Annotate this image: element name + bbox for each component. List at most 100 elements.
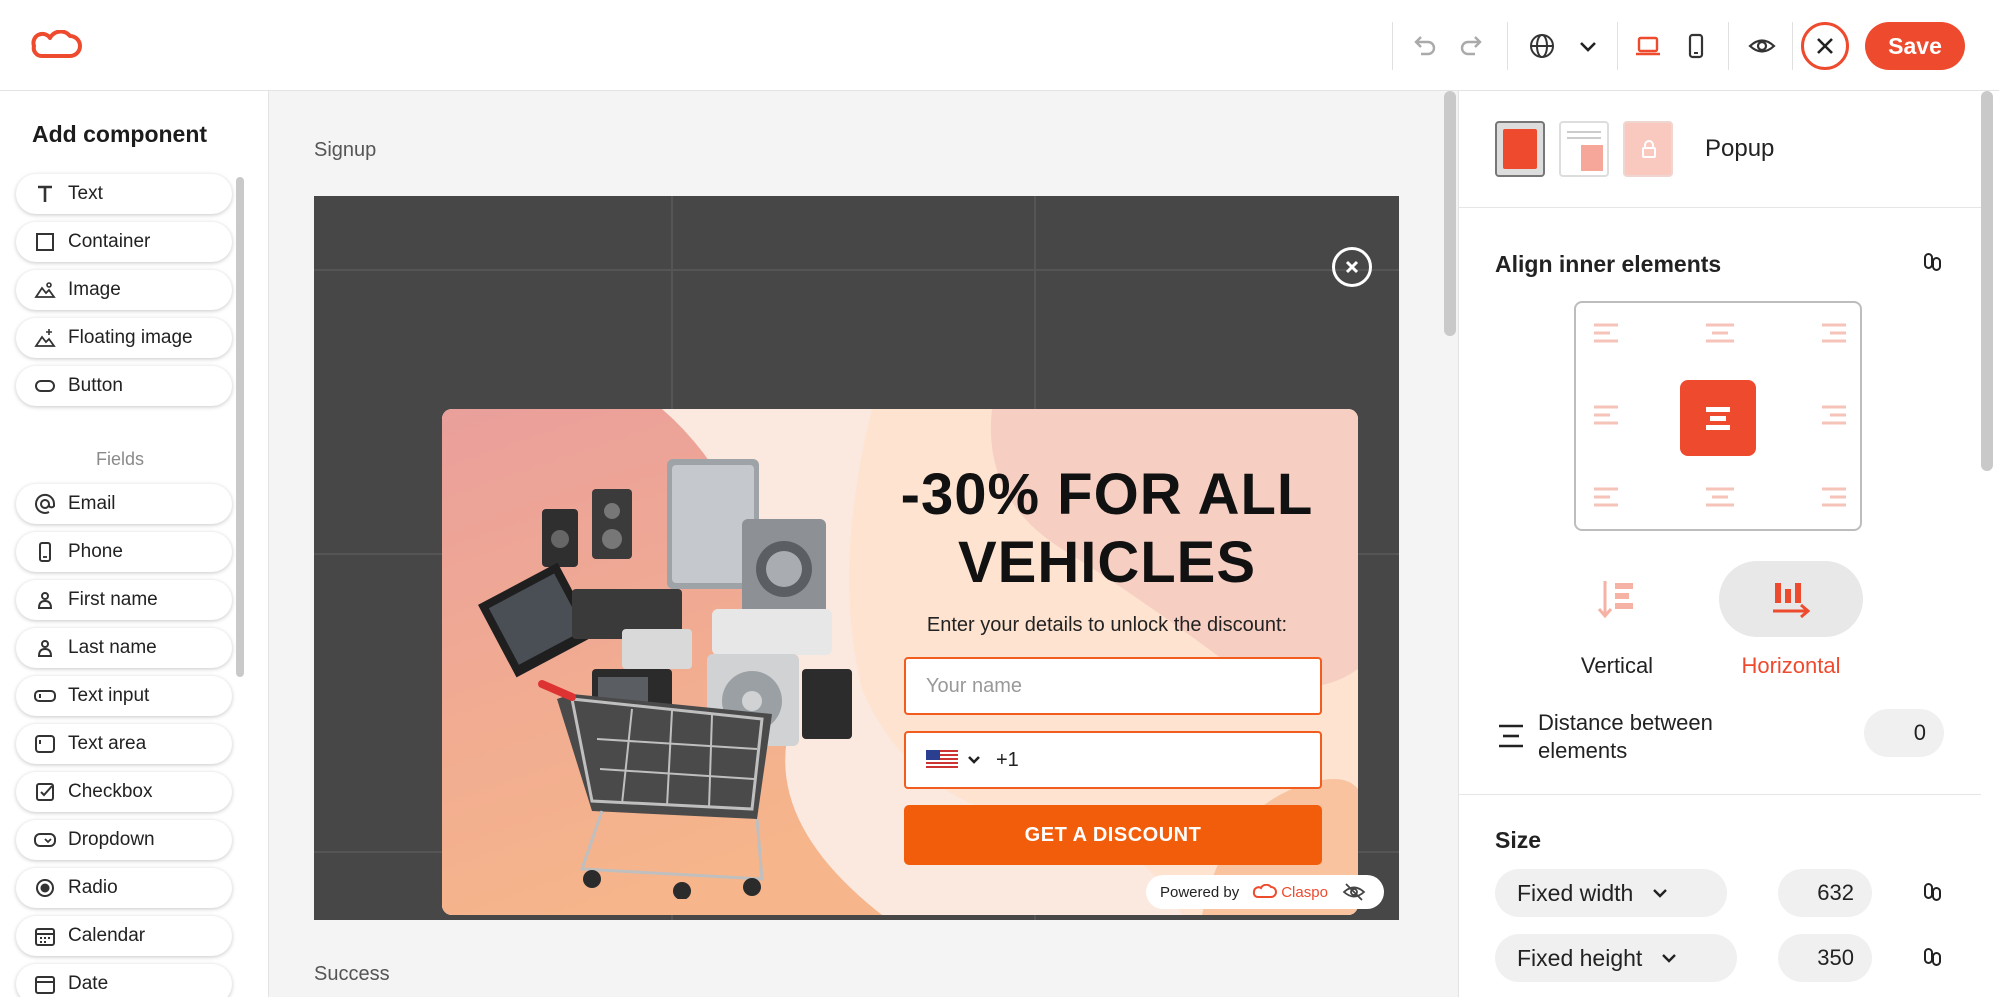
redo-icon[interactable] — [1450, 24, 1494, 68]
mobile-icon[interactable] — [1674, 24, 1718, 68]
calendar-icon — [32, 925, 58, 947]
align-top-center-icon[interactable] — [1702, 319, 1738, 349]
layout-popup-thumbnail[interactable] — [1495, 121, 1545, 177]
align-center-icon — [1706, 407, 1730, 430]
save-button[interactable]: Save — [1865, 22, 1965, 70]
width-input[interactable]: 632 — [1778, 869, 1872, 917]
eye-icon[interactable] — [1740, 24, 1784, 68]
eye-off-icon[interactable] — [1342, 882, 1366, 902]
get-discount-button[interactable]: GET A DISCOUNT — [904, 805, 1322, 865]
align-bottom-center-icon[interactable] — [1702, 483, 1738, 513]
toolbar-divider — [1507, 22, 1508, 70]
name-input[interactable]: Your name — [904, 657, 1322, 715]
checkbox-icon — [32, 781, 58, 803]
logo-cloud-icon[interactable] — [28, 30, 82, 60]
globe-icon[interactable] — [1520, 24, 1564, 68]
grid-line — [314, 269, 1399, 271]
button-icon — [32, 375, 58, 397]
undo-icon[interactable] — [1402, 24, 1446, 68]
signup-canvas[interactable]: -30% FOR ALL VEHICLES Enter your details… — [314, 196, 1399, 920]
field-phone[interactable]: Phone — [16, 532, 232, 572]
direction-vertical-label: Vertical — [1580, 653, 1654, 678]
field-calendar[interactable]: Calendar — [16, 916, 232, 956]
height-input[interactable]: 350 — [1778, 934, 1872, 982]
field-text-area[interactable]: Text area — [16, 724, 232, 764]
align-middle-center-button[interactable] — [1680, 380, 1756, 456]
component-label: Floating image — [68, 327, 193, 348]
layout-content-lock-thumbnail[interactable] — [1623, 121, 1673, 177]
align-middle-right-icon[interactable] — [1814, 401, 1850, 431]
person-icon — [32, 589, 58, 611]
field-first-name[interactable]: First name — [16, 580, 232, 620]
floating-image-icon — [32, 327, 58, 349]
field-text-input[interactable]: Text input — [16, 676, 232, 716]
radio-icon — [32, 877, 58, 899]
field-dropdown[interactable]: Dropdown — [16, 820, 232, 860]
align-bottom-left-icon[interactable] — [1590, 483, 1626, 513]
field-label: Calendar — [68, 925, 146, 946]
dropdown-icon — [32, 829, 58, 851]
phone-country-code: +1 — [996, 748, 1019, 771]
field-label: Text area — [68, 733, 147, 754]
direction-vertical-button[interactable] — [1545, 561, 1689, 637]
popup-subtitle: Enter your details to unlock the discoun… — [926, 614, 1288, 636]
desktop-icon[interactable] — [1626, 24, 1670, 68]
at-icon — [32, 493, 58, 515]
field-label: Last name — [68, 637, 157, 658]
link-icon[interactable] — [1922, 946, 1944, 968]
field-label: Email — [68, 493, 116, 514]
phone-input[interactable]: +1 — [904, 731, 1322, 789]
headline-line-2: VEHICLES — [957, 530, 1257, 595]
component-label: Button — [68, 375, 123, 396]
field-label: Radio — [68, 877, 118, 898]
direction-horizontal-button[interactable] — [1719, 561, 1863, 637]
field-checkbox[interactable]: Checkbox — [16, 772, 232, 812]
align-top-right-icon[interactable] — [1814, 319, 1850, 349]
field-radio[interactable]: Radio — [16, 868, 232, 908]
toolbar-divider — [1792, 22, 1793, 70]
chevron-down-icon[interactable] — [1566, 24, 1610, 68]
distance-icon — [1499, 724, 1523, 748]
component-image[interactable]: Image — [16, 270, 232, 310]
brand-name: Claspo — [1281, 883, 1328, 901]
horizontal-direction-icon — [1773, 583, 1811, 619]
direction-horizontal-label: Horizontal — [1741, 653, 1841, 678]
text-icon — [32, 183, 58, 205]
panel-scrollbar[interactable] — [1981, 91, 1993, 471]
canvas-scrollbar[interactable] — [1444, 91, 1456, 336]
align-top-left-icon[interactable] — [1590, 319, 1626, 349]
top-toolbar: Save — [0, 0, 1999, 91]
headline-line-1: -30% FOR ALL — [900, 462, 1314, 527]
height-mode-dropdown[interactable]: Fixed height — [1495, 934, 1737, 982]
text-input-icon — [32, 685, 58, 707]
size-section-title: Size — [1495, 827, 1542, 853]
popup-type-label: Popup — [1705, 135, 1775, 162]
align-middle-left-icon[interactable] — [1590, 401, 1626, 431]
us-flag-icon — [926, 750, 958, 770]
editor-canvas-area: Signup -30% FOR ALL VEHICLES Enter your … — [270, 91, 1458, 997]
align-bottom-right-icon[interactable] — [1814, 483, 1850, 513]
close-editor-button[interactable] — [1801, 22, 1849, 70]
field-email[interactable]: Email — [16, 484, 232, 524]
toolbar-divider — [1617, 22, 1618, 70]
fields-section-title: Fields — [96, 449, 145, 469]
component-floating-image[interactable]: Floating image — [16, 318, 232, 358]
link-icon[interactable] — [1922, 251, 1944, 273]
powered-by-label: Powered by — [1160, 883, 1240, 901]
field-date[interactable]: Date — [16, 964, 232, 997]
width-mode-dropdown[interactable]: Fixed width — [1495, 869, 1727, 917]
component-button[interactable]: Button — [16, 366, 232, 406]
popup-close-button[interactable] — [1332, 247, 1372, 287]
component-container[interactable]: Container — [16, 222, 232, 262]
distance-input[interactable]: 0 — [1864, 709, 1944, 757]
link-icon[interactable] — [1922, 881, 1944, 903]
phone-icon — [32, 541, 58, 563]
component-panel: Add component Text Container Image Float… — [0, 91, 269, 997]
popup-window[interactable]: -30% FOR ALL VEHICLES Enter your details… — [442, 409, 1358, 915]
chevron-down-icon[interactable] — [966, 753, 982, 767]
powered-by-badge[interactable]: Powered by Claspo — [1146, 875, 1384, 909]
component-text[interactable]: Text — [16, 174, 232, 214]
layout-floating-thumbnail[interactable] — [1559, 121, 1609, 177]
panel-scrollbar[interactable] — [236, 177, 244, 677]
field-last-name[interactable]: Last name — [16, 628, 232, 668]
